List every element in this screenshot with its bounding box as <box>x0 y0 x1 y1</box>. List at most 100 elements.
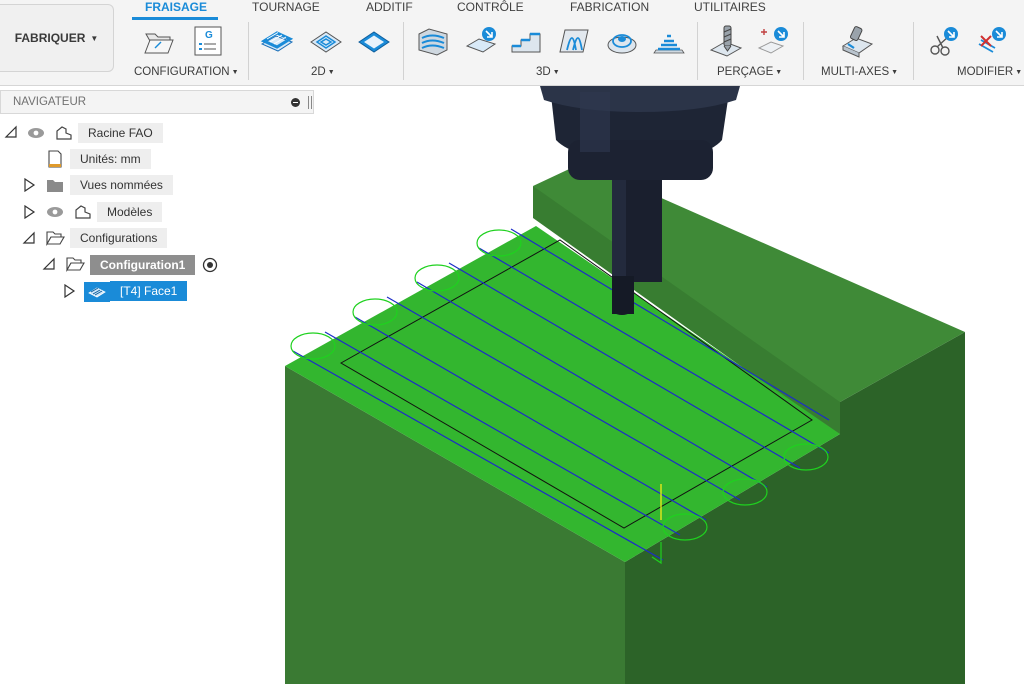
3d-contour-icon <box>559 29 589 53</box>
3d-spiral-button[interactable] <box>652 24 686 58</box>
tree-item-configurations[interactable]: Configurations <box>70 228 168 248</box>
nc-program-icon: G <box>194 26 222 56</box>
new-setup-button[interactable] <box>142 24 176 58</box>
panel-resize-handle[interactable] <box>308 96 312 109</box>
caret-down-icon: ▼ <box>327 69 335 76</box>
fusion-manufacture-window: FABRIQUER ▼ FRAISAGE TOURNAGE ADDITIF CO… <box>0 0 1024 684</box>
caret-down-icon: ▼ <box>90 33 99 43</box>
tree-item-configuration1[interactable]: Configuration1 <box>90 255 196 275</box>
configuration-group-label: CONFIGURATION <box>134 66 230 78</box>
group-divider <box>697 22 698 80</box>
ribbon-tabs: FRAISAGE TOURNAGE ADDITIF CONTRÔLE FABRI… <box>120 0 1024 20</box>
group-divider <box>913 22 914 80</box>
tree-item-vues-nommees[interactable]: Vues nommées <box>70 175 173 195</box>
component-icon <box>73 202 93 220</box>
tree-item-face1-operation[interactable]: [T4] Face1 <box>110 281 188 301</box>
3d-group-dropdown[interactable]: 3D ▼ <box>536 66 560 78</box>
visibility-eye-icon[interactable] <box>26 124 46 142</box>
3d-adaptive-clearing-button[interactable] <box>416 24 450 58</box>
group-divider <box>403 22 404 80</box>
expand-toggle-open[interactable] <box>4 125 18 139</box>
hole-recognition-icon <box>757 27 788 54</box>
collapse-panel-icon[interactable] <box>291 98 300 107</box>
tab-additif[interactable]: ADDITIF <box>366 0 413 20</box>
tab-controle[interactable]: CONTRÔLE <box>457 0 524 20</box>
expand-toggle-closed[interactable] <box>62 284 76 298</box>
folder-open-icon <box>45 229 65 247</box>
face-operation-icon <box>84 282 110 302</box>
group-divider <box>248 22 249 80</box>
2d-adaptive-icon <box>260 31 294 52</box>
component-icon <box>54 123 74 141</box>
caret-down-icon: ▼ <box>1015 69 1023 76</box>
modifier-group-dropdown[interactable]: MODIFIER ▼ <box>957 66 1022 78</box>
delete-toolpath-icon <box>978 27 1006 53</box>
triangle-expanded-icon <box>4 125 17 138</box>
tree-item-modeles[interactable]: Modèles <box>97 202 163 222</box>
navigator-title: NAVIGATEUR <box>13 96 87 108</box>
triangle-collapsed-icon <box>64 284 76 298</box>
expand-toggle-closed[interactable] <box>22 205 36 219</box>
caret-down-icon: ▼ <box>891 69 899 76</box>
tab-utilitaires[interactable]: UTILITAIRES <box>694 0 766 20</box>
triangle-collapsed-icon <box>24 205 36 219</box>
percage-group-label: PERÇAGE <box>717 66 774 78</box>
2d-group-label: 2D <box>311 66 326 78</box>
3d-group-label: 3D <box>536 66 551 78</box>
3d-pocket-button[interactable] <box>465 24 499 58</box>
nc-program-label: G <box>205 30 213 41</box>
nc-program-button[interactable]: G <box>191 24 225 58</box>
2d-group-dropdown[interactable]: 2D ▼ <box>311 66 335 78</box>
active-setup-radio-icon[interactable] <box>200 256 220 274</box>
expand-toggle-open[interactable] <box>22 231 36 245</box>
3d-steep-icon <box>511 32 541 53</box>
2d-face-icon <box>358 31 390 53</box>
3d-radial-icon <box>607 34 637 54</box>
caret-down-icon: ▼ <box>775 69 783 76</box>
tree-item-racine-fao[interactable]: Racine FAO <box>78 123 163 143</box>
triangle-expanded-icon <box>22 231 35 244</box>
ribbon-toolbar: FABRIQUER ▼ FRAISAGE TOURNAGE ADDITIF CO… <box>0 0 1024 86</box>
drill-icon <box>709 25 743 57</box>
caret-down-icon: ▼ <box>552 69 560 76</box>
caret-down-icon: ▼ <box>231 69 239 76</box>
multiaxes-group-label: MULTI-AXES <box>821 66 890 78</box>
document-icon <box>45 150 65 168</box>
multi-axis-button[interactable] <box>840 24 874 58</box>
tree-item-unites[interactable]: Unités: mm <box>70 149 151 169</box>
multi-axis-icon <box>841 26 874 58</box>
workspace-switcher-button[interactable]: FABRIQUER ▼ <box>0 4 114 72</box>
2d-pocket-icon <box>310 31 342 53</box>
visibility-eye-icon[interactable] <box>45 203 65 221</box>
configuration-group-dropdown[interactable]: CONFIGURATION ▼ <box>134 66 239 78</box>
triangle-collapsed-icon <box>24 178 36 192</box>
tab-fabrication[interactable]: FABRICATION <box>570 0 649 20</box>
active-tab-indicator <box>132 17 218 20</box>
drill-button[interactable] <box>709 24 743 58</box>
hole-recognition-button[interactable] <box>757 24 791 58</box>
delete-toolpath-button[interactable] <box>975 24 1009 58</box>
folder-open-icon <box>144 33 174 54</box>
3d-pocket-icon <box>465 27 497 53</box>
2d-adaptive-clearing-button[interactable] <box>260 24 294 58</box>
multiaxes-group-dropdown[interactable]: MULTI-AXES ▼ <box>821 66 898 78</box>
3d-spiral-icon <box>653 34 685 54</box>
3d-radial-button[interactable] <box>605 24 639 58</box>
group-divider <box>803 22 804 80</box>
trim-toolpath-button[interactable] <box>927 24 961 58</box>
percage-group-dropdown[interactable]: PERÇAGE ▼ <box>717 66 782 78</box>
setup-folder-icon <box>65 255 85 273</box>
folder-icon <box>45 176 65 194</box>
expand-toggle-open[interactable] <box>42 257 56 271</box>
triangle-expanded-icon <box>42 257 55 270</box>
scissors-icon <box>930 27 958 56</box>
navigator-panel-header: NAVIGATEUR <box>0 90 314 114</box>
workspace-label: FABRIQUER <box>14 31 86 45</box>
2d-pocket-button[interactable] <box>309 24 343 58</box>
tab-tournage[interactable]: TOURNAGE <box>252 0 320 20</box>
expand-toggle-closed[interactable] <box>22 178 36 192</box>
3d-steep-shallow-button[interactable] <box>509 24 543 58</box>
3d-contour-button[interactable] <box>557 24 591 58</box>
3d-adaptive-icon <box>418 28 448 56</box>
2d-face-button[interactable] <box>357 24 391 58</box>
